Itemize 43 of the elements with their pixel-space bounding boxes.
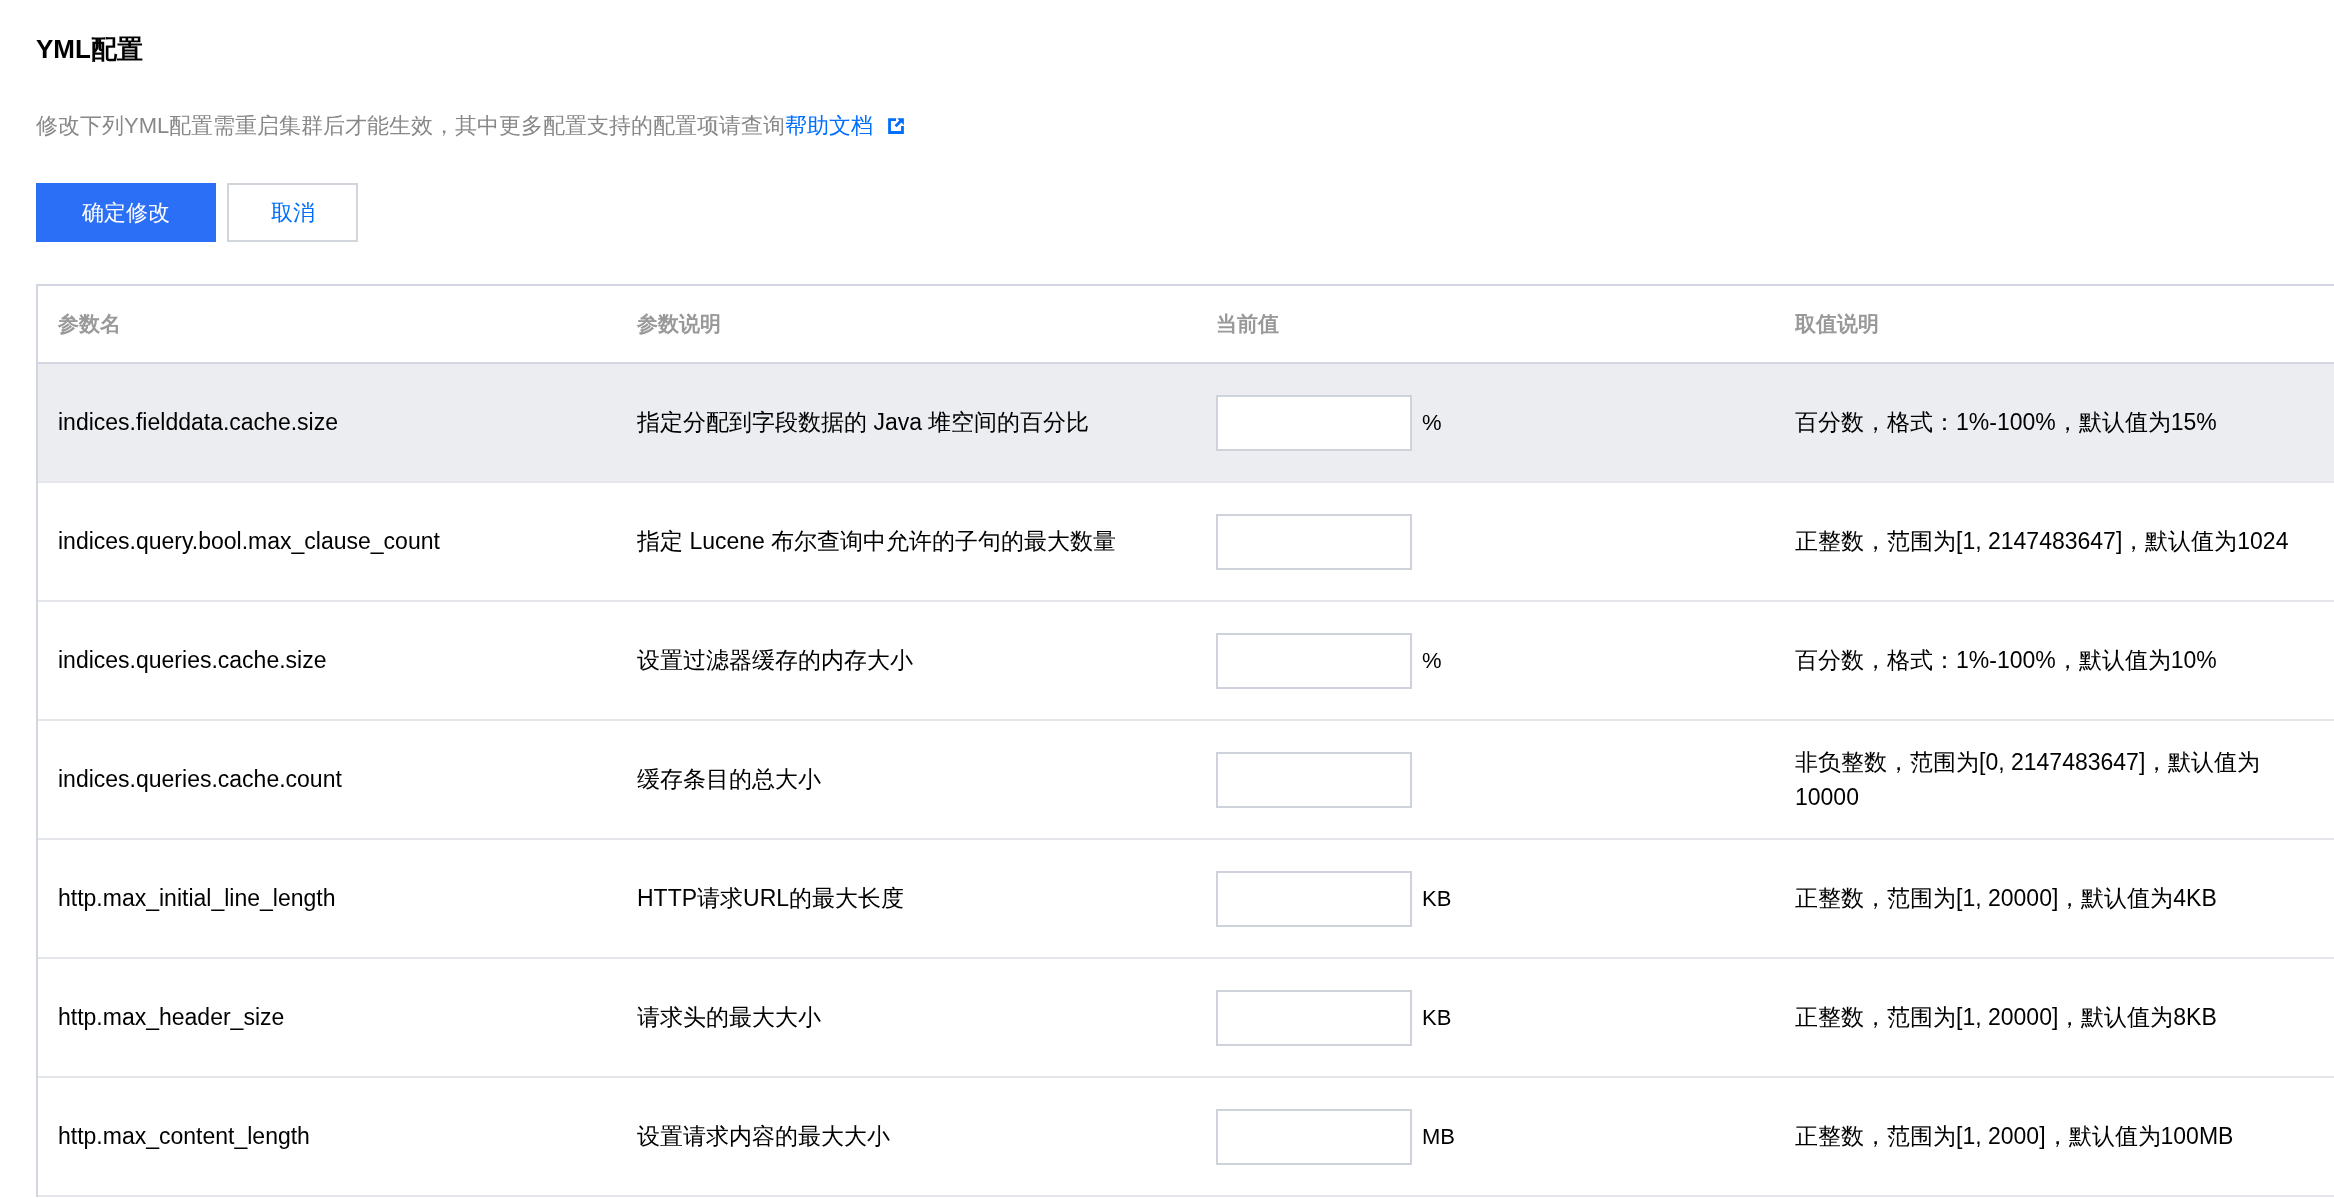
value-range-text: 正整数，范围为[1, 2000]，默认值为100MB xyxy=(1794,1122,2235,1152)
value-input[interactable] xyxy=(1216,513,1412,570)
unit-label: KB xyxy=(1422,885,1452,912)
parameter-name: indices.query.bool.max_clause_count xyxy=(57,527,441,557)
confirm-button[interactable]: 确定修改 xyxy=(36,183,216,243)
parameter-description: 指定 Lucene 布尔查询中允许的子句的最大数量 xyxy=(636,527,1118,557)
unit-label: MB xyxy=(1422,1123,1455,1150)
value-input[interactable] xyxy=(1216,751,1412,808)
parameter-name: indices.queries.cache.count xyxy=(57,765,343,795)
parameter-description: 指定分配到字段数据的 Java 堆空间的百分比 xyxy=(636,408,1091,438)
value-input[interactable] xyxy=(1216,989,1412,1046)
external-link-icon[interactable] xyxy=(887,117,906,136)
parameter-description: 设置请求内容的最大大小 xyxy=(636,1122,891,1152)
value-range-text: 正整数，范围为[1, 20000]，默认值为8KB xyxy=(1794,1003,2218,1033)
value-input[interactable] xyxy=(1216,394,1412,451)
value-range-text: 百分数，格式：1%-100%，默认值为15% xyxy=(1794,408,2218,438)
parameter-description: HTTP请求URL的最大长度 xyxy=(636,884,906,914)
parameter-description: 设置过滤器缓存的内存大小 xyxy=(636,646,914,676)
column-header: 参数名 xyxy=(57,311,122,338)
value-range-text: 正整数，范围为[1, 2147483647]，默认值为1024 xyxy=(1794,527,2290,557)
parameter-name: http.max_content_length xyxy=(57,1122,311,1152)
value-range-text: 正整数，范围为[1, 20000]，默认值为4KB xyxy=(1794,884,2218,914)
value-range-text: 非负整数，范围为[0, 2147483647]，默认值为10000 xyxy=(1794,748,2262,812)
parameter-name: indices.queries.cache.size xyxy=(57,646,328,676)
value-input[interactable] xyxy=(1216,632,1412,689)
help-link[interactable]: 帮助文档 xyxy=(785,111,874,142)
description-text: 修改下列YML配置需重启集群后才能生效，其中更多配置支持的配置项请查询 xyxy=(36,112,786,141)
parameter-name: indices.fielddata.cache.size xyxy=(57,408,339,438)
unit-label: % xyxy=(1422,647,1442,674)
column-header: 取值说明 xyxy=(1794,311,1880,338)
column-header: 参数说明 xyxy=(636,311,722,338)
parameter-name: http.max_initial_line_length xyxy=(57,884,337,914)
value-input[interactable] xyxy=(1216,870,1412,927)
column-header: 当前值 xyxy=(1215,311,1280,338)
unit-label: % xyxy=(1422,409,1442,436)
parameter-name: http.max_header_size xyxy=(57,1003,286,1033)
parameter-description: 缓存条目的总大小 xyxy=(636,765,822,795)
cancel-button[interactable]: 取消 xyxy=(227,183,358,243)
page-title: YML配置 xyxy=(36,34,144,66)
value-range-text: 百分数，格式：1%-100%，默认值为10% xyxy=(1794,646,2218,676)
parameter-description: 请求头的最大大小 xyxy=(636,1003,822,1033)
unit-label: KB xyxy=(1422,1004,1452,1031)
value-input[interactable] xyxy=(1216,1108,1412,1165)
